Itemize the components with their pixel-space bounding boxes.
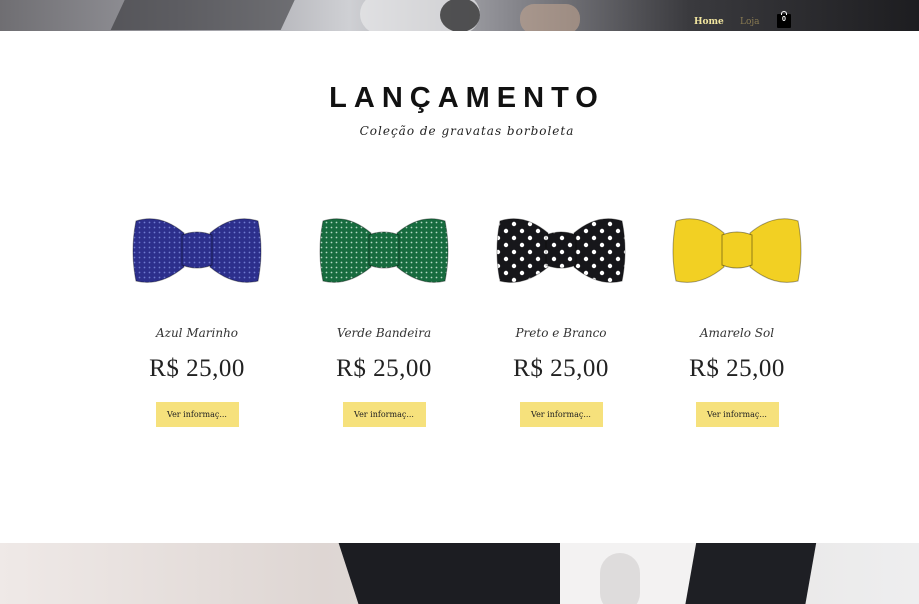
view-info-button[interactable]: Ver informaç... [695,402,779,427]
product-name: Verde Bandeira [336,326,432,340]
view-info-button[interactable]: Ver informaç... [342,402,426,427]
product-image[interactable] [486,185,636,315]
bow-tie-icon [496,218,626,283]
section-subtitle: Coleção de gravatas borboleta [359,124,575,138]
product-price: R$ 25,00 [149,355,245,382]
hero-banner-top: Home Loja 0 [0,0,919,31]
bow-tie-icon [319,218,449,283]
bow-tie-icon [132,218,262,283]
hero-banner-bottom [0,543,919,604]
product-card[interactable]: Verde Bandeira R$ 25,00 Ver informaç... [309,185,459,427]
product-name: Amarelo Sol [699,326,775,340]
product-image[interactable] [309,185,459,315]
nav-home-link[interactable]: Home [694,17,724,27]
nav-loja-link[interactable]: Loja [740,17,760,27]
view-info-button[interactable]: Ver informaç... [519,402,603,427]
hero-image-shape [110,0,300,30]
hero-image-shape [600,553,640,604]
hero-image-shape [520,4,580,31]
hero-image-shape [338,543,592,604]
hero-image-shape [683,543,817,604]
product-card[interactable]: Amarelo Sol R$ 25,00 Ver informaç... [662,185,812,427]
hero-image-shape [440,0,480,31]
product-name: Preto e Branco [515,326,607,340]
bow-tie-icon [672,218,802,283]
view-info-button[interactable]: Ver informaç... [155,402,239,427]
product-card[interactable]: Azul Marinho R$ 25,00 Ver informaç... [122,185,272,427]
cart-button[interactable]: 0 [777,11,791,28]
product-price: R$ 25,00 [689,355,785,382]
product-card[interactable]: Preto e Branco R$ 25,00 Ver informaç... [486,185,636,427]
product-name: Azul Marinho [155,326,239,340]
product-price: R$ 25,00 [513,355,609,382]
cart-count: 0 [782,16,786,23]
product-price: R$ 25,00 [336,355,432,382]
product-image[interactable] [662,185,812,315]
shopping-bag-icon [781,11,787,15]
product-image[interactable] [122,185,272,315]
section-title: LANÇAMENTO [329,82,605,114]
